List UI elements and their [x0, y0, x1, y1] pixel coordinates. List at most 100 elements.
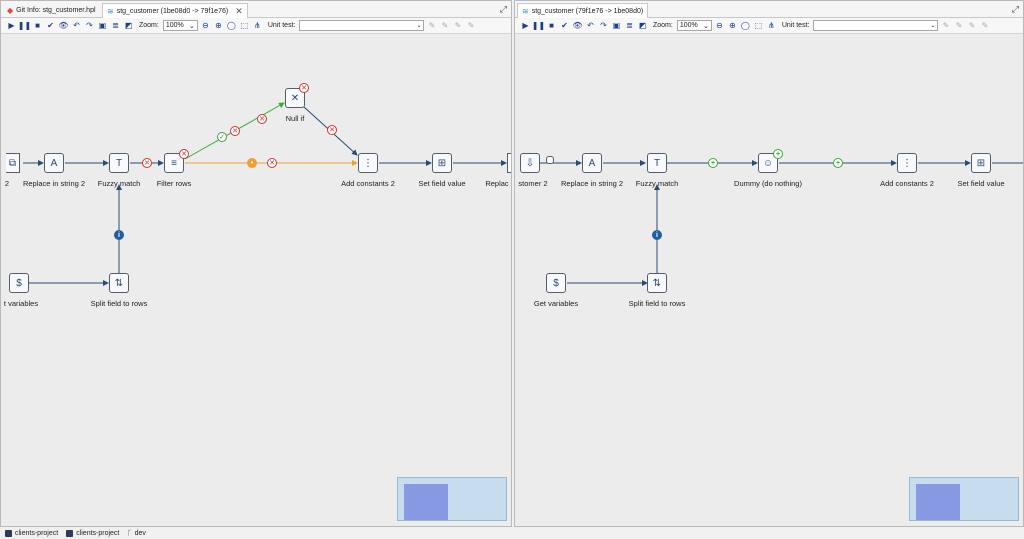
dollar-icon: $: [553, 277, 559, 289]
maximize-icon[interactable]: ⤢: [500, 4, 507, 15]
left-hops-layer: [23, 102, 507, 286]
preview-icon[interactable]: 👁: [572, 20, 583, 31]
step-split-field-to-rows[interactable]: ⇅: [647, 273, 667, 293]
check-icon[interactable]: ✔: [559, 20, 570, 31]
stop-icon[interactable]: ■: [546, 20, 557, 31]
left-toolbar: ▶ ❚❚ ■ ✔ 👁 ↶ ↷ ▣ ≣ ◩ Zoom: 100% ⌄ ⊖ ⊕ ◯ ⬚…: [1, 18, 511, 34]
environment-status[interactable]: clients-project: [66, 529, 119, 537]
zoom-select[interactable]: 100% ⌄: [676, 20, 712, 31]
stop-icon[interactable]: ■: [32, 20, 43, 31]
add-constants-icon: ⋮: [902, 157, 912, 169]
filter-icon: ≡: [171, 157, 177, 169]
redo-icon[interactable]: ↷: [84, 20, 95, 31]
new-test-icon[interactable]: ✎: [953, 20, 964, 31]
dummy-icon: ☺: [762, 157, 774, 169]
pause-icon[interactable]: ❚❚: [532, 20, 545, 31]
step-label: Filter rows: [156, 179, 192, 188]
step-set-field-value[interactable]: ⊞: [432, 153, 452, 173]
image-icon[interactable]: ▣: [97, 20, 108, 31]
step-label: stomer 2: [518, 179, 548, 188]
step-set-field-value[interactable]: ⊞: [971, 153, 991, 173]
chart-icon[interactable]: ◩: [123, 20, 134, 31]
unit-test-select[interactable]: ⌄: [299, 20, 425, 31]
step-truncated-left[interactable]: ⧉: [6, 153, 20, 173]
step-label: 2: [4, 179, 10, 188]
preview-icon[interactable]: 👁: [58, 20, 69, 31]
split-icon: ⇅: [652, 277, 662, 289]
zoom-out-icon[interactable]: ⊖: [714, 20, 725, 31]
detach-test-icon[interactable]: ✎: [452, 20, 463, 31]
align-icon[interactable]: ≣: [110, 20, 121, 31]
step-truncated-right[interactable]: [507, 153, 511, 173]
chart-icon[interactable]: ◩: [637, 20, 648, 31]
fit-icon[interactable]: ⬚: [753, 20, 764, 31]
pause-icon[interactable]: ❚❚: [18, 20, 31, 31]
edit-test-icon[interactable]: ✎: [426, 20, 437, 31]
edit-test-icon[interactable]: ✎: [940, 20, 951, 31]
run-icon[interactable]: ▶: [520, 20, 531, 31]
info-hop-icon: i: [114, 230, 124, 240]
chevron-down-icon: ⌄: [702, 22, 709, 30]
tab-git-info[interactable]: ◆ Git Info: stg_customer.hpl: [3, 3, 100, 18]
minimap[interactable]: [909, 477, 1019, 521]
step-replace-in-string-2[interactable]: A: [44, 153, 64, 173]
align-icon[interactable]: ≣: [624, 20, 635, 31]
folder-icon: [5, 529, 12, 537]
added-icon: +: [773, 149, 783, 159]
tab-pipeline-diff-right[interactable]: ≋ stg_customer (79f1e76 -> 1be08d0): [517, 3, 649, 18]
redo-icon[interactable]: ↷: [598, 20, 609, 31]
step-get-variables[interactable]: $: [9, 273, 29, 293]
tab-pipeline-diff-left[interactable]: ≋ stg_customer (1be08d0 -> 79f1e76) ✕: [102, 3, 248, 18]
step-replace-in-string-2[interactable]: A: [582, 153, 602, 173]
minimap-viewport[interactable]: [916, 484, 960, 520]
split-icon: ⇅: [114, 277, 124, 289]
right-diff-pane: ≋ stg_customer (79f1e76 -> 1be08d0) ⤢ ▶ …: [514, 0, 1024, 527]
set-field-icon: ⊞: [976, 157, 986, 169]
step-customer-2[interactable]: ⇩: [520, 153, 540, 173]
undo-icon[interactable]: ↶: [585, 20, 596, 31]
step-label: Replace in string 2: [22, 179, 86, 188]
undo-icon[interactable]: ↶: [71, 20, 82, 31]
new-test-icon[interactable]: ✎: [439, 20, 450, 31]
step-add-constants-2[interactable]: ⋮: [358, 153, 378, 173]
left-diff-pane: ◆ Git Info: stg_customer.hpl ≋ stg_custo…: [0, 0, 512, 527]
unit-test-select[interactable]: ⌄: [813, 20, 939, 31]
run-icon[interactable]: ▶: [6, 20, 17, 31]
step-label: Null if: [285, 114, 305, 123]
step-fuzzy-match[interactable]: T: [109, 153, 129, 173]
zoom-100-icon[interactable]: ◯: [226, 20, 237, 31]
check-icon[interactable]: ✔: [45, 20, 56, 31]
branch-status[interactable]: ᚴ dev: [127, 530, 146, 537]
box-icon: [66, 529, 74, 537]
zoom-in-icon[interactable]: ⊕: [213, 20, 224, 31]
project-status[interactable]: clients-project: [5, 529, 58, 537]
replace-icon: A: [50, 157, 58, 169]
zoom-out-icon[interactable]: ⊖: [200, 20, 211, 31]
detach-test-icon[interactable]: ✎: [966, 20, 977, 31]
step-add-constants-2[interactable]: ⋮: [897, 153, 917, 173]
maximize-icon[interactable]: ⤢: [1012, 4, 1019, 15]
share-icon[interactable]: ⋔: [766, 20, 777, 31]
close-icon[interactable]: ✕: [235, 6, 243, 17]
removed-hop-icon: ✕: [327, 125, 337, 135]
set-field-icon: ⊞: [437, 157, 447, 169]
fit-icon[interactable]: ⬚: [239, 20, 250, 31]
step-get-variables[interactable]: $: [546, 273, 566, 293]
minimap-viewport[interactable]: [404, 484, 448, 520]
changed-hop-icon: •: [247, 158, 257, 168]
left-pipeline-canvas[interactable]: ⧉ 2 A Replace in string 2 T Fuzzy match …: [1, 35, 511, 526]
delete-test-icon[interactable]: ✎: [465, 20, 476, 31]
step-fuzzy-match[interactable]: T: [647, 153, 667, 173]
delete-test-icon[interactable]: ✎: [979, 20, 990, 31]
zoom-100-icon[interactable]: ◯: [740, 20, 751, 31]
image-icon[interactable]: ▣: [611, 20, 622, 31]
step-label: Get variables: [533, 299, 579, 308]
share-icon[interactable]: ⋔: [252, 20, 263, 31]
right-pipeline-canvas[interactable]: ⇩ stomer 2 A Replace in string 2 T Fuzzy…: [515, 35, 1023, 526]
step-label: Dummy (do nothing): [734, 179, 802, 188]
zoom-in-icon[interactable]: ⊕: [727, 20, 738, 31]
removed-hop-icon: ✕: [230, 126, 240, 136]
step-split-field-to-rows[interactable]: ⇅: [109, 273, 129, 293]
minimap[interactable]: [397, 477, 507, 521]
zoom-select[interactable]: 100% ⌄: [162, 20, 198, 31]
